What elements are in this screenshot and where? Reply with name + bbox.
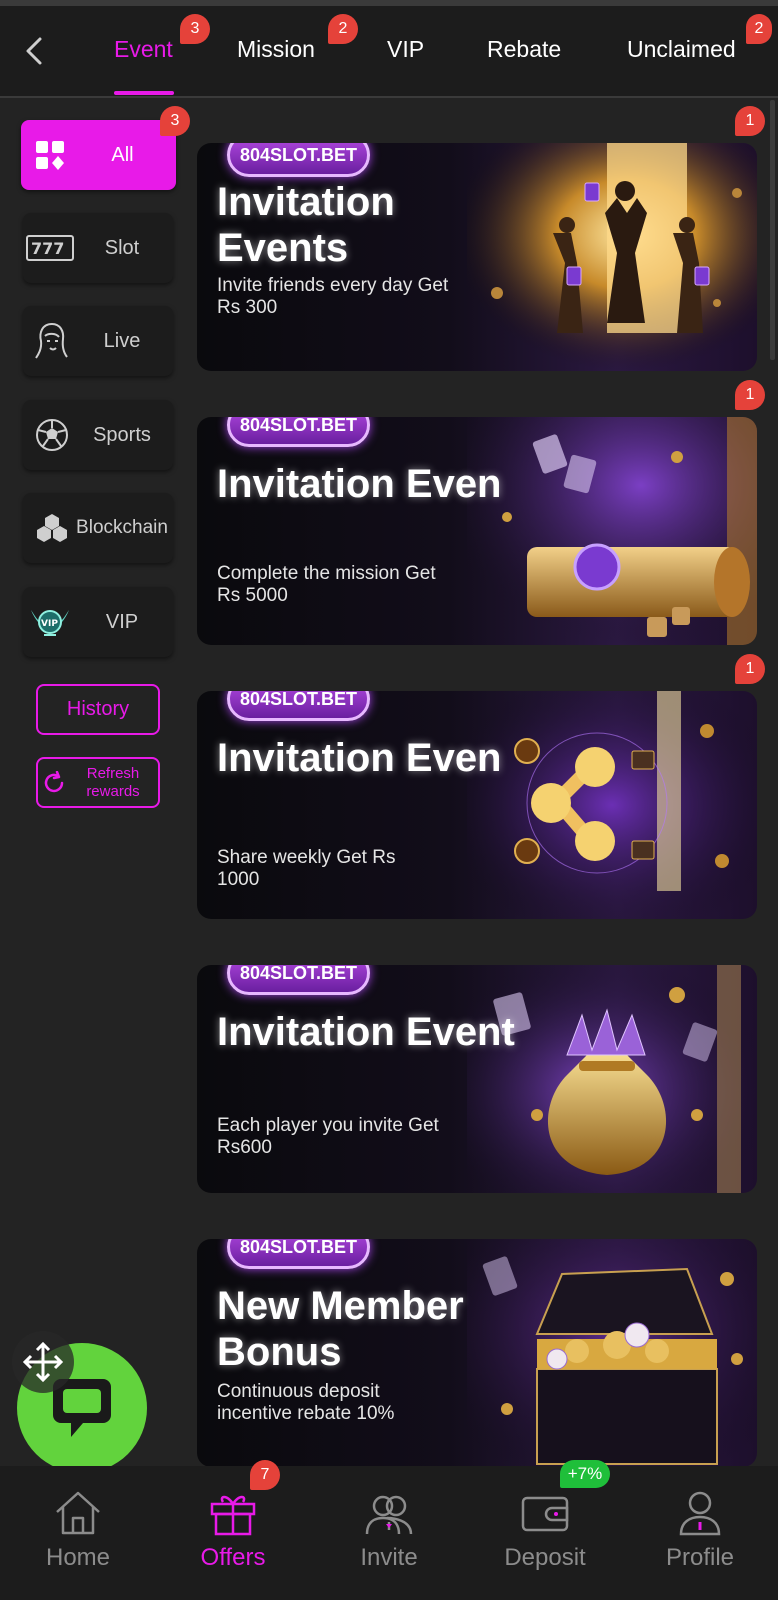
brand-logo: 804SLOT.BET bbox=[227, 417, 371, 447]
banner-invitation-share[interactable]: 804SLOT.BET Invitation Even Share weekly… bbox=[197, 691, 757, 919]
tab-mission[interactable]: Mission bbox=[237, 36, 315, 63]
tab-unclaimed[interactable]: Unclaimed bbox=[627, 36, 736, 63]
back-chevron-icon[interactable] bbox=[20, 36, 50, 66]
scroll-art bbox=[467, 417, 757, 645]
banner-description: Share weekly Get Rs 1000 bbox=[217, 847, 396, 890]
sidebar-item-all[interactable]: All bbox=[21, 120, 176, 190]
banner-title: Invitation Even bbox=[217, 462, 502, 506]
gift-icon bbox=[206, 1486, 260, 1540]
refresh-rewards-label: Refresh rewards bbox=[86, 764, 140, 800]
dealer-icon bbox=[29, 318, 75, 364]
banner-title: Invitation Events bbox=[217, 180, 395, 270]
brand-logo: 804SLOT.BET bbox=[227, 965, 371, 995]
banner-badge: 1 bbox=[735, 380, 765, 410]
sidebar-item-vip[interactable]: VIP VIP bbox=[23, 587, 173, 657]
sidebar-item-label: Live bbox=[103, 330, 141, 352]
brand-logo: 804SLOT.BET bbox=[227, 1239, 371, 1269]
nav-label: Offers bbox=[200, 1544, 266, 1571]
refresh-rewards-button[interactable]: Refresh rewards bbox=[36, 757, 160, 808]
banner-description: Continuous deposit incentive rebate 10% bbox=[217, 1381, 395, 1424]
home-icon bbox=[51, 1486, 105, 1540]
bottom-nav: Home Offers 7 Invite Deposit +7% Profile bbox=[0, 1460, 778, 1600]
banner-invitation-events[interactable]: 804SLOT.BET Invitation Events Invite fri… bbox=[197, 143, 757, 371]
brand-logo: 804SLOT.BET bbox=[227, 143, 371, 177]
share-art bbox=[467, 691, 757, 919]
vip-wings-icon: VIP bbox=[25, 599, 75, 645]
nav-home[interactable]: Home bbox=[18, 1486, 138, 1572]
tab-unclaimed-badge: 2 bbox=[746, 14, 772, 44]
tab-event[interactable]: Event bbox=[114, 36, 173, 63]
banner-badge: 1 bbox=[735, 106, 765, 136]
nav-invite[interactable]: Invite bbox=[329, 1486, 449, 1572]
blockchain-icon bbox=[29, 505, 75, 551]
history-button[interactable]: History bbox=[36, 684, 160, 735]
user-icon bbox=[673, 1486, 727, 1540]
money-bag-art bbox=[467, 965, 757, 1193]
brand-logo: 804SLOT.BET bbox=[227, 691, 371, 721]
tab-vip[interactable]: VIP bbox=[387, 36, 424, 63]
banner-invitation-mission[interactable]: 804SLOT.BET Invitation Even Complete the… bbox=[197, 417, 757, 645]
banner-new-member-bonus[interactable]: 804SLOT.BET New Member Bonus Continuous … bbox=[197, 1239, 757, 1467]
banner-invitation-player[interactable]: 804SLOT.BET Invitation Event Each player… bbox=[197, 965, 757, 1193]
slot-777-icon: 777 bbox=[25, 225, 75, 271]
nav-label: Home bbox=[45, 1544, 111, 1571]
tab-rebate[interactable]: Rebate bbox=[487, 36, 561, 63]
nav-offers[interactable]: Offers bbox=[173, 1486, 293, 1572]
sidebar-item-label: Slot bbox=[104, 237, 140, 259]
sidebar-item-label: Blockchain bbox=[76, 517, 168, 538]
nav-deposit[interactable]: Deposit bbox=[485, 1486, 605, 1572]
sidebar-item-label: Sports bbox=[93, 424, 151, 446]
scrollbar[interactable] bbox=[770, 100, 775, 360]
banner-description: Each player you invite Get Rs600 bbox=[217, 1115, 439, 1158]
banner-title: New Member Bonus bbox=[217, 1284, 464, 1374]
banner-badge: 1 bbox=[735, 654, 765, 684]
banner-description: Complete the mission Get Rs 5000 bbox=[217, 563, 436, 606]
tab-mission-badge: 2 bbox=[328, 14, 358, 44]
users-icon bbox=[362, 1486, 416, 1540]
grid-icon bbox=[27, 132, 73, 178]
drag-move-icon[interactable] bbox=[12, 1331, 74, 1393]
banner-title: Invitation Even bbox=[217, 736, 502, 780]
soccer-ball-icon bbox=[29, 412, 75, 458]
sidebar-item-blockchain[interactable]: Blockchain bbox=[23, 493, 173, 563]
top-nav: Event 3 Mission 2 VIP Rebate Unclaimed 2 bbox=[0, 0, 778, 98]
sidebar-all-badge: 3 bbox=[160, 106, 190, 136]
banner-title: Invitation Event bbox=[217, 1010, 515, 1054]
offers-badge: 7 bbox=[250, 1460, 280, 1490]
svg-text:VIP: VIP bbox=[41, 619, 58, 629]
sidebar-item-live[interactable]: Live bbox=[23, 306, 173, 376]
tab-event-badge: 3 bbox=[180, 14, 210, 44]
sidebar-item-label: All bbox=[111, 144, 134, 166]
sidebar-item-sports[interactable]: Sports bbox=[23, 400, 173, 470]
sidebar-item-slot[interactable]: 777 Slot bbox=[23, 213, 173, 283]
banner-description: Invite friends every day Get Rs 300 bbox=[217, 275, 449, 318]
sidebar-item-label: VIP bbox=[105, 611, 139, 633]
nav-label: Profile bbox=[665, 1544, 735, 1571]
nav-label: Deposit bbox=[504, 1544, 586, 1571]
deposit-bonus-badge: +7% bbox=[560, 1460, 610, 1488]
tab-active-indicator bbox=[114, 91, 174, 95]
svg-text:777: 777 bbox=[31, 239, 64, 258]
nav-label: Invite bbox=[360, 1544, 418, 1571]
wallet-icon bbox=[518, 1486, 572, 1540]
nav-profile[interactable]: Profile bbox=[640, 1486, 760, 1572]
refresh-icon bbox=[42, 770, 66, 795]
